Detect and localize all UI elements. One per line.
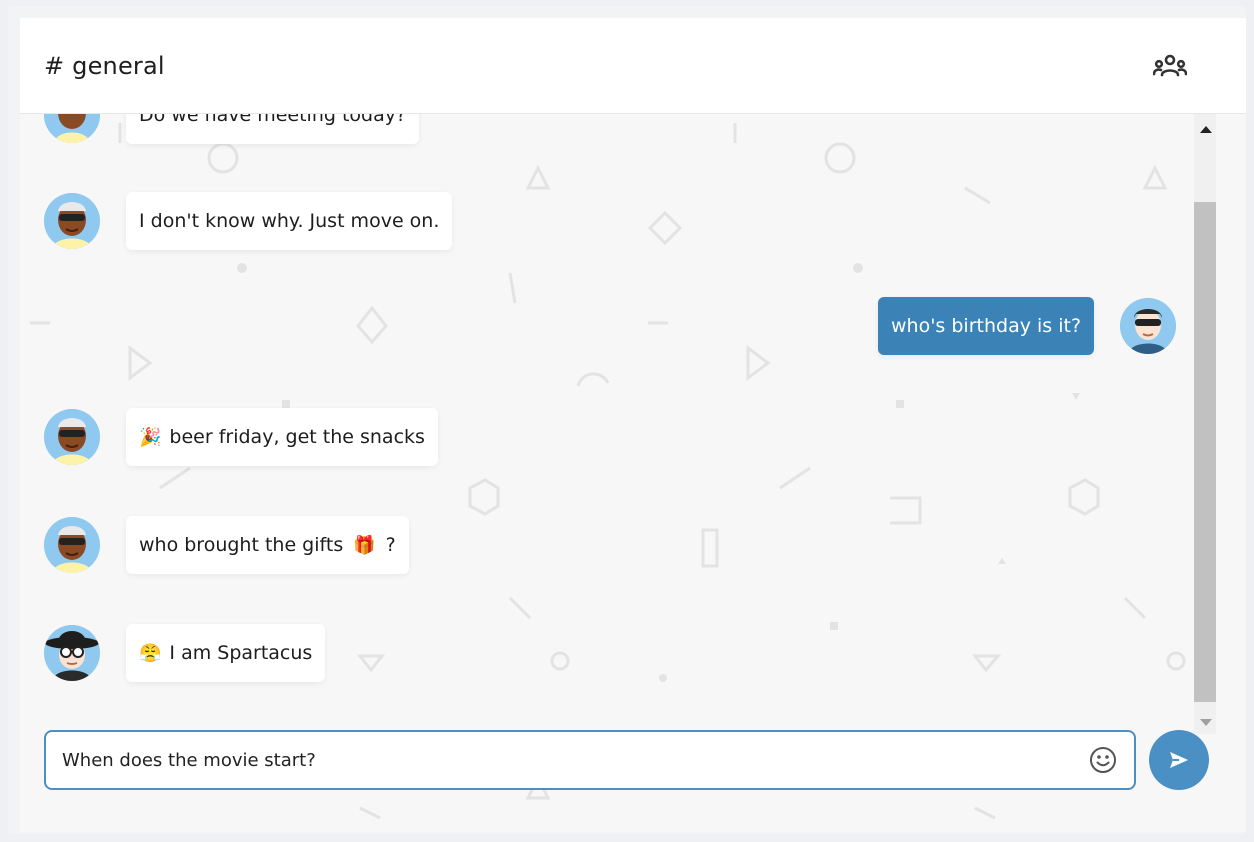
avatar: [44, 193, 100, 249]
avatar: [1120, 298, 1177, 354]
chat-panel: # general Do we have meeting today? I do…: [20, 18, 1246, 832]
scroll-thumb[interactable]: [1194, 202, 1216, 702]
message-bubble-mine: who's birthday is it?: [878, 297, 1095, 355]
send-icon: [1170, 752, 1188, 768]
avatar: [44, 517, 100, 573]
members-button[interactable]: [1150, 46, 1190, 86]
avatar: [44, 409, 100, 465]
message-scrollbar[interactable]: [1194, 114, 1216, 734]
message-text: Do we have meeting today?: [139, 114, 407, 126]
party-popper-emoji: 🎉: [139, 426, 162, 448]
message-item: 😤 I am Spartacus: [44, 624, 326, 682]
message-text: I don't know why. Just move on.: [139, 210, 440, 232]
message-item-mine: who's birthday is it?: [878, 297, 1177, 355]
message-list: Do we have meeting today? I don't know w…: [20, 114, 1194, 718]
message-item: Do we have meeting today?: [44, 114, 420, 144]
message-composer: [44, 730, 1136, 790]
scroll-down-arrow-icon[interactable]: [1200, 719, 1212, 726]
users-icon: [1153, 54, 1187, 76]
scroll-up-arrow-icon[interactable]: [1200, 126, 1212, 133]
message-text: I am Spartacus: [169, 642, 313, 664]
message-bubble: 😤 I am Spartacus: [126, 624, 326, 682]
smiley-icon: [1090, 747, 1116, 773]
message-bubble: 🎉 beer friday, get the snacks: [126, 408, 438, 466]
avatar: [44, 114, 100, 143]
message-item: 🎉 beer friday, get the snacks: [44, 408, 438, 466]
message-suffix: ?: [385, 534, 396, 556]
emoji-button[interactable]: [1086, 743, 1120, 777]
message-input[interactable]: [62, 749, 1086, 771]
message-bubble: Do we have meeting today?: [126, 114, 420, 144]
message-text: beer friday, get the snacks: [169, 426, 425, 448]
message-text: who's birthday is it?: [891, 315, 1082, 337]
message-item: who brought the gifts 🎁 ?: [44, 516, 409, 574]
message-bubble: I don't know why. Just move on.: [126, 192, 453, 250]
message-text: who brought the gifts: [139, 534, 344, 556]
gift-emoji: 🎁: [353, 534, 376, 556]
avatar: [44, 625, 100, 681]
send-button[interactable]: [1149, 730, 1209, 790]
message-item: I don't know why. Just move on.: [44, 192, 453, 250]
channel-header: # general: [20, 18, 1246, 114]
message-bubble: who brought the gifts 🎁 ?: [126, 516, 409, 574]
channel-title: # general: [44, 51, 165, 80]
triumph-face-emoji: 😤: [139, 642, 162, 664]
